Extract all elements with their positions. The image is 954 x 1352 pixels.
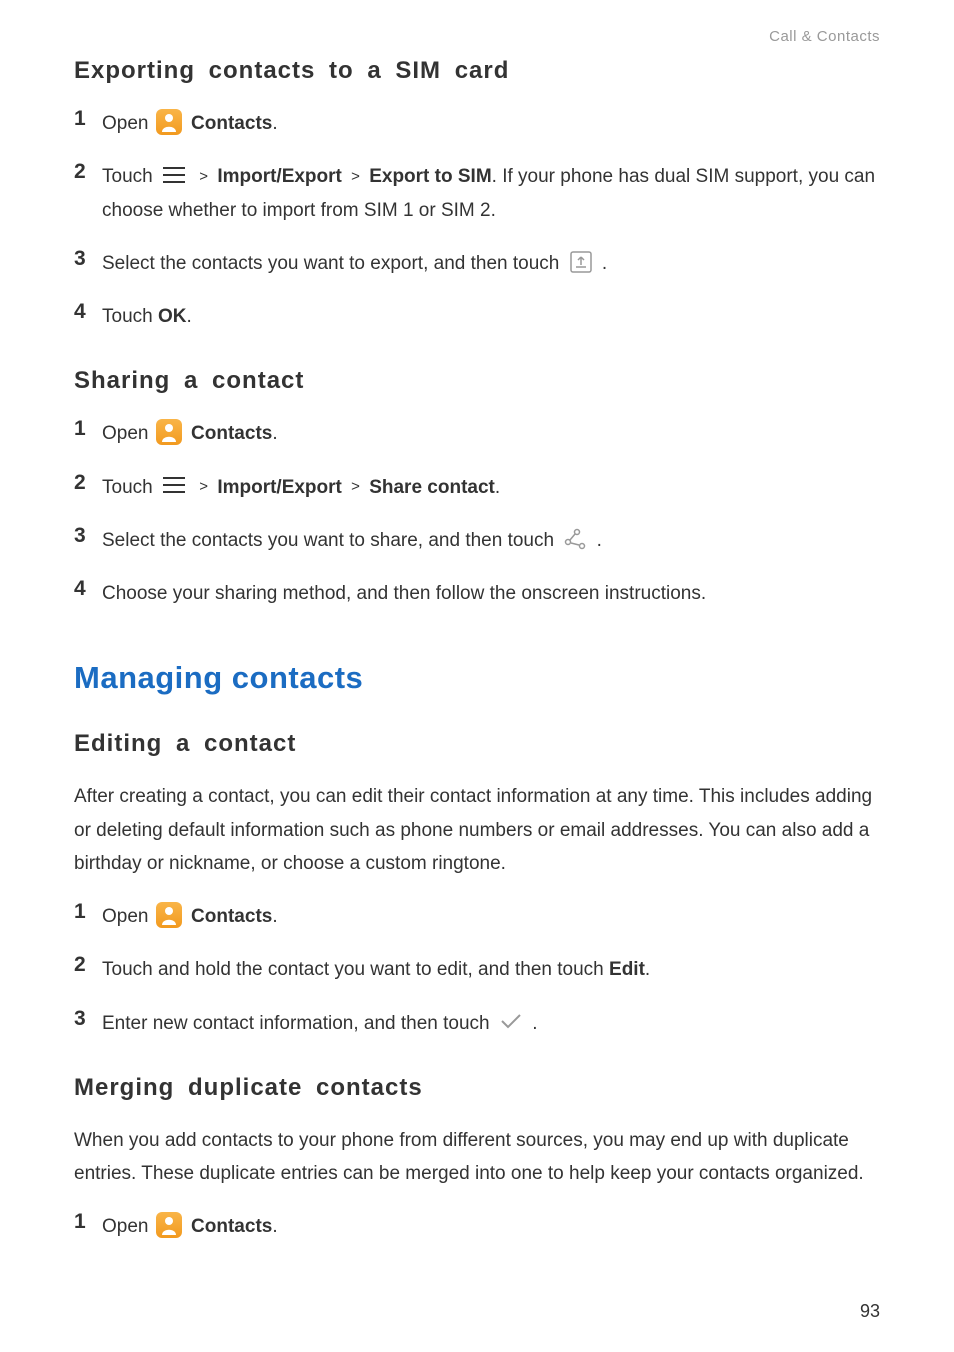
step-number: 3 (74, 247, 102, 271)
text-bold: Share contact (369, 477, 495, 498)
step-number: 4 (74, 577, 102, 601)
contacts-app-icon (156, 902, 182, 928)
step-number: 1 (74, 417, 102, 441)
section3-step2: 2 Touch and hold the contact you want to… (74, 953, 880, 986)
section3-step3: 3 Enter new contact information, and the… (74, 1007, 880, 1040)
section2-step1: 1 Open Contacts. (74, 417, 880, 450)
export-icon (569, 250, 593, 274)
section4-step1: 1 Open Contacts. (74, 1210, 880, 1243)
step-number: 1 (74, 107, 102, 131)
section1-step1: 1 Open Contacts. (74, 107, 880, 140)
step-body: Open Contacts. (102, 900, 880, 933)
step-number: 2 (74, 953, 102, 977)
step-body: Touch OK. (102, 300, 880, 333)
step-number: 2 (74, 471, 102, 495)
text-bold: Contacts (191, 113, 272, 134)
heading-sharing-contact: Sharing a contact (74, 367, 880, 395)
text: Open (102, 113, 154, 134)
text: . (602, 253, 607, 274)
text: Touch and hold the contact you want to e… (102, 959, 609, 980)
step-body: Select the contacts you want to share, a… (102, 524, 880, 557)
text: Open (102, 1216, 154, 1237)
step-body: Touch and hold the contact you want to e… (102, 953, 880, 986)
text: . (597, 530, 602, 551)
contacts-app-icon (156, 109, 182, 135)
section4-intro: When you add contacts to your phone from… (74, 1124, 880, 1191)
step-body: Choose your sharing method, and then fol… (102, 577, 880, 610)
section1-step4: 4 Touch OK. (74, 300, 880, 333)
text: . (272, 423, 277, 444)
section3-intro: After creating a contact, you can edit t… (74, 780, 880, 880)
section1-step3: 3 Select the contacts you want to export… (74, 247, 880, 280)
text: Open (102, 906, 154, 927)
text: Touch (102, 477, 158, 498)
step-number: 3 (74, 1007, 102, 1031)
separator: > (199, 478, 208, 495)
text: . (645, 959, 650, 980)
text: Select the contacts you want to share, a… (102, 530, 559, 551)
text-bold: OK (158, 306, 187, 327)
section3-step1: 1 Open Contacts. (74, 900, 880, 933)
text: Touch (102, 306, 158, 327)
text-bold: Contacts (191, 423, 272, 444)
step-number: 1 (74, 1210, 102, 1234)
text: Open (102, 423, 154, 444)
text-bold: Contacts (191, 1216, 272, 1237)
text: . (532, 1013, 537, 1034)
text: Select the contacts you want to export, … (102, 253, 565, 274)
heading-editing-contact: Editing a contact (74, 730, 880, 758)
step-number: 3 (74, 524, 102, 548)
text: . (272, 113, 277, 134)
section2-step3: 3 Select the contacts you want to share,… (74, 524, 880, 557)
contacts-app-icon (156, 1212, 182, 1238)
step-body: Open Contacts. (102, 417, 880, 450)
text: Choose your sharing method, and then fol… (102, 583, 706, 604)
text: . (186, 306, 191, 327)
share-icon (563, 527, 587, 551)
step-number: 2 (74, 160, 102, 184)
page-number: 93 (860, 1301, 880, 1322)
text: . (272, 1216, 277, 1237)
text-bold: Edit (609, 959, 645, 980)
step-body: Enter new contact information, and then … (102, 1007, 880, 1040)
step-body: Open Contacts. (102, 1210, 880, 1243)
step-number: 1 (74, 900, 102, 924)
step-body: Select the contacts you want to export, … (102, 247, 880, 280)
header-breadcrumb: Call & Contacts (74, 28, 880, 45)
separator: > (351, 168, 360, 185)
chapter-heading-managing-contacts: Managing contacts (74, 660, 880, 696)
section1-step2: 2 Touch > Import/Export > Export to SIM.… (74, 160, 880, 227)
checkmark-icon (499, 1011, 523, 1031)
text-bold: Import/Export (217, 477, 342, 498)
text-bold: Export to SIM (369, 166, 491, 187)
separator: > (199, 168, 208, 185)
menu-icon (162, 165, 186, 185)
text: . (272, 906, 277, 927)
step-body: Touch > Import/Export > Share contact. (102, 471, 880, 504)
heading-export-sim: Exporting contacts to a SIM card (74, 57, 880, 85)
menu-icon (162, 475, 186, 495)
section2-step2: 2 Touch > Import/Export > Share contact. (74, 471, 880, 504)
step-body: Open Contacts. (102, 107, 880, 140)
section2-step4: 4 Choose your sharing method, and then f… (74, 577, 880, 610)
text: . (495, 477, 500, 498)
contacts-app-icon (156, 419, 182, 445)
step-body: Touch > Import/Export > Export to SIM. I… (102, 160, 880, 227)
heading-merging-duplicates: Merging duplicate contacts (74, 1074, 880, 1102)
separator: > (351, 478, 360, 495)
step-number: 4 (74, 300, 102, 324)
text-bold: Import/Export (217, 166, 342, 187)
text-bold: Contacts (191, 906, 272, 927)
text: Enter new contact information, and then … (102, 1013, 495, 1034)
text: Touch (102, 166, 158, 187)
